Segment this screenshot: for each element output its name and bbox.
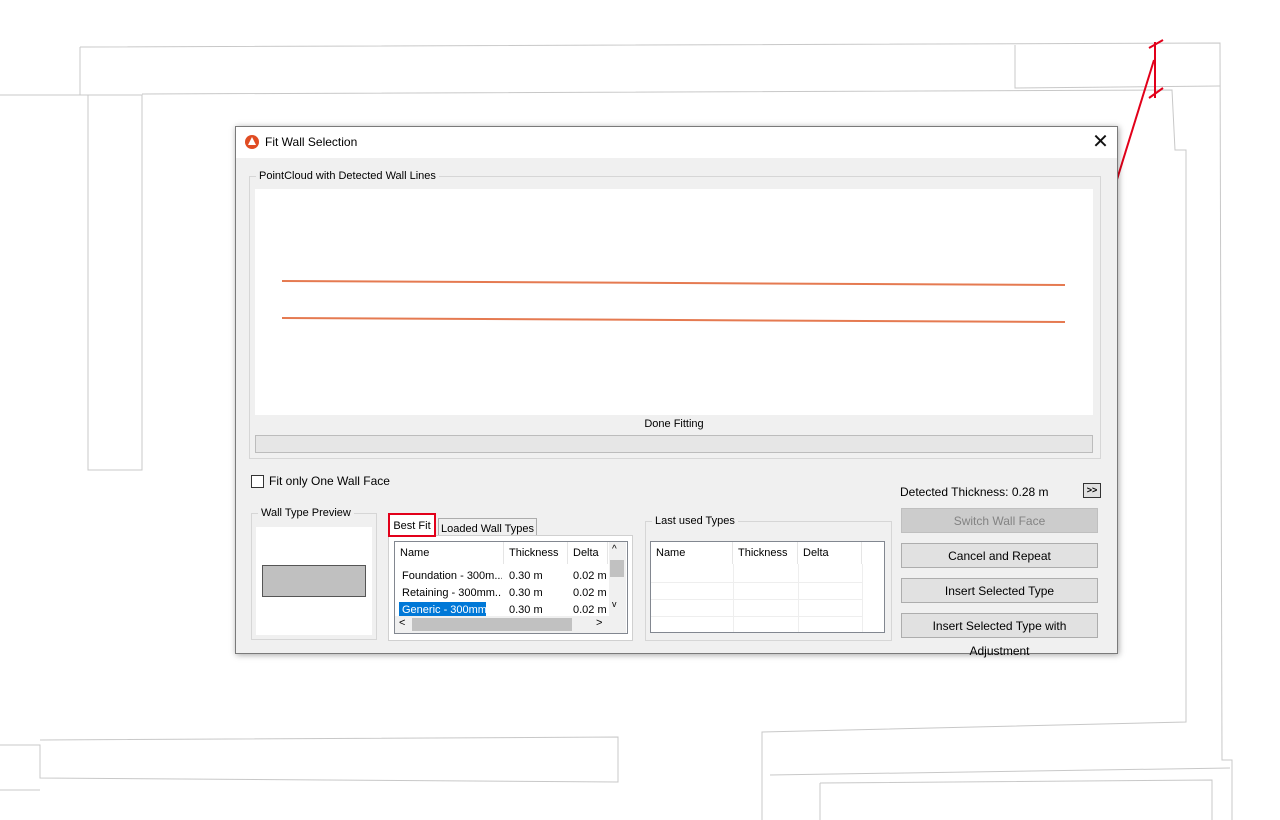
fitting-status: Done Fitting: [644, 418, 704, 430]
column-header-thickness[interactable]: Thickness: [504, 542, 568, 564]
column-header-delta[interactable]: Delta: [798, 542, 862, 564]
grid-line: [651, 582, 862, 583]
wall-type-preview-legend: Wall Type Preview: [261, 507, 351, 519]
vertical-scrollbar[interactable]: ^ v: [609, 542, 626, 616]
wall-line-top: [281, 280, 1066, 286]
fit-one-face-label: Fit only One Wall Face: [269, 474, 390, 488]
wall-line-bottom: [281, 317, 1066, 323]
grid-line: [651, 599, 862, 600]
vertical-scroll-thumb[interactable]: [610, 560, 624, 577]
insert-selected-type-with-adjustment-button[interactable]: Insert Selected Type with Adjustment: [901, 613, 1098, 658]
dialog-title: Fit Wall Selection: [265, 135, 358, 149]
horizontal-scrollbar[interactable]: < >: [395, 616, 626, 633]
column-header-thickness[interactable]: Thickness: [733, 542, 798, 564]
table-row-delta[interactable]: 0.02 m: [573, 568, 607, 584]
switch-wall-face-button[interactable]: Switch Wall Face: [901, 508, 1098, 533]
column-header-name[interactable]: Name: [651, 542, 733, 564]
table-row-delta[interactable]: 0.02 m: [573, 585, 607, 601]
grid-line: [733, 564, 734, 632]
horizontal-scroll-thumb[interactable]: [412, 618, 572, 631]
pointcloud-legend: PointCloud with Detected Wall Lines: [259, 170, 436, 182]
close-icon[interactable]: ✕: [1084, 127, 1117, 158]
grid-line: [862, 564, 863, 632]
app-logo-icon: [245, 135, 259, 149]
table-row-thickness[interactable]: 0.30 m: [509, 568, 543, 584]
grid-line: [798, 564, 799, 632]
tab-best-fit[interactable]: Best Fit: [388, 513, 436, 537]
detected-thickness-label: Detected Thickness: 0.28 m: [900, 485, 1049, 499]
last-used-types-legend: Last used Types: [655, 515, 735, 527]
table-row-name[interactable]: Retaining - 300mm...: [402, 585, 502, 601]
table-row-thickness[interactable]: 0.30 m: [509, 585, 543, 601]
wall-section-preview: [262, 565, 366, 597]
scroll-left-icon[interactable]: <: [399, 617, 405, 629]
cancel-and-repeat-button[interactable]: Cancel and Repeat: [901, 543, 1098, 568]
fit-wall-selection-dialog: Fit Wall Selection ✕ PointCloud with Det…: [235, 126, 1118, 658]
fitting-progress-bar: [255, 435, 1093, 453]
fit-one-face-checkbox-row[interactable]: Fit only One Wall Face: [251, 474, 390, 488]
column-header-name[interactable]: Name: [395, 542, 504, 564]
column-header-delta[interactable]: Delta: [568, 542, 608, 564]
title-bar: Fit Wall Selection ✕: [236, 127, 1117, 158]
table-row-name[interactable]: Foundation - 300m...: [402, 568, 502, 584]
insert-selected-type-button[interactable]: Insert Selected Type: [901, 578, 1098, 603]
last-used-types-table[interactable]: Name Thickness Delta: [650, 541, 885, 633]
pointcloud-canvas[interactable]: [255, 189, 1093, 415]
grid-line: [651, 616, 862, 617]
scroll-down-icon[interactable]: v: [612, 599, 617, 609]
wall-type-preview-canvas: [256, 527, 372, 635]
fit-one-face-checkbox[interactable]: [251, 474, 264, 488]
best-fit-table[interactable]: Name Thickness Delta Foundation - 300m..…: [394, 541, 628, 634]
expand-more-button[interactable]: >>: [1083, 483, 1101, 498]
scroll-right-icon[interactable]: >: [596, 617, 602, 629]
scroll-up-icon[interactable]: ^: [612, 544, 617, 555]
